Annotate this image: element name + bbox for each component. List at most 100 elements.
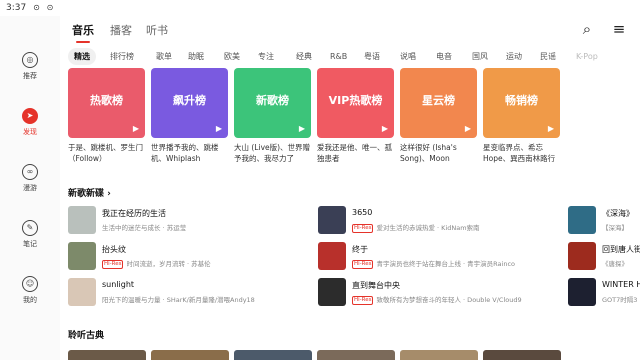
chip-electronic[interactable]: 电音 xyxy=(436,48,452,65)
sidebar-item-note[interactable]: ✎ 笔记 xyxy=(0,220,60,249)
song-title: 我正在经历的生活 xyxy=(102,209,166,218)
chart-cover[interactable]: 新歌榜 ▶ xyxy=(234,68,311,138)
sidebar-item-recommend[interactable]: ◎ 推荐 xyxy=(0,52,60,81)
chip-kpop[interactable]: K-Pop xyxy=(576,48,598,65)
chart-card-rising[interactable]: 飙升榜 ▶ 世界播予我的、跳楼机、Whiplash xyxy=(151,68,228,164)
sidebar-item-profile[interactable]: ☺ 我的 xyxy=(0,276,60,305)
sidebar-item-label: 漫游 xyxy=(23,184,37,192)
chart-cover-title: 热歌榜 xyxy=(90,94,123,107)
hires-badge: Hi-Res xyxy=(352,259,374,269)
song-cover xyxy=(318,206,346,234)
classic-cover[interactable] xyxy=(151,350,229,360)
song-cover xyxy=(68,278,96,306)
chart-cover[interactable]: 飙升榜 ▶ xyxy=(151,68,228,138)
search-icon[interactable]: ⌕ xyxy=(578,20,596,38)
chart-card-hot[interactable]: 热歌榜 ▶ 于是、跳楼机、罗生门（Follow） xyxy=(68,68,145,164)
play-icon[interactable]: ▶ xyxy=(131,124,141,134)
chip-featured[interactable]: 精选 xyxy=(68,48,96,65)
status-time: 3:37 xyxy=(6,3,27,13)
song-title: WINTER H xyxy=(602,280,640,289)
menu-icon[interactable]: ≡ xyxy=(610,20,628,38)
chart-card-star[interactable]: 星云榜 ▶ 这样很好 (Isha's Song)、Moon Rock… xyxy=(400,68,477,164)
chart-cover-title: 飙升榜 xyxy=(173,94,206,107)
chip-classic[interactable]: 经典 xyxy=(296,48,312,65)
chart-card-new[interactable]: 新歌榜 ▶ 大山 (Live版)、世界赠予我的、我尽力了 xyxy=(234,68,311,164)
tab-podcast[interactable]: 播客 xyxy=(110,22,132,38)
chart-cover-title: 星云榜 xyxy=(422,94,455,107)
classics-row xyxy=(68,350,640,360)
song-item[interactable]: sunlight 阳光下的温暖与力量 · SHarK/新月量隆/潜喂Andy18 xyxy=(68,278,308,309)
chart-card-bestseller[interactable]: 畅销榜 ▶ 星变临界点、希忘Hope、巽西南林路行 xyxy=(483,68,560,164)
sidebar-item-roam[interactable]: ∞ 漫游 xyxy=(0,164,60,193)
song-subtitle: 阳光下的温暖与力量 · SHarK/新月量隆/潜喂Andy18 xyxy=(102,296,255,304)
song-item[interactable]: 抬头纹 Hi-Res 时间流逝，岁月流转 · 苏基伦 xyxy=(68,242,308,273)
chip-sleep[interactable]: 助眠 xyxy=(188,48,204,65)
sidebar-item-label: 笔记 xyxy=(23,240,37,248)
sidebar-item-discover[interactable]: ➤ 发现 xyxy=(0,108,60,137)
chart-cover[interactable]: 热歌榜 ▶ xyxy=(68,68,145,138)
song-cover xyxy=(568,242,596,270)
roam-icon: ∞ xyxy=(22,164,38,180)
sidebar-item-label: 推荐 xyxy=(23,72,37,80)
song-subtitle: 爱对生活的赤诚热爱 · KidNam索南 xyxy=(376,224,480,232)
song-title: 3650 xyxy=(352,208,373,217)
chart-card-desc: 爱我还是他、唯一、孤独患者 xyxy=(317,143,392,163)
chart-card-desc: 大山 (Live版)、世界赠予我的、我尽力了 xyxy=(234,143,311,163)
play-icon[interactable]: ▶ xyxy=(380,124,390,134)
chip-rnb[interactable]: R&B xyxy=(330,48,347,65)
song-title: 《深海》 xyxy=(602,209,634,218)
chip-focus[interactable]: 专注 xyxy=(258,48,274,65)
song-item[interactable]: 3650 Hi-Res 爱对生活的赤诚热爱 · KidNam索南 xyxy=(318,206,558,237)
song-subtitle-row: Hi-Res 时间流逝，岁月流转 · 苏基伦 xyxy=(102,258,302,269)
sidebar-item-label: 发现 xyxy=(23,128,37,136)
chip-western[interactable]: 欧美 xyxy=(224,48,240,65)
song-subtitle: 青宇演员也终于站在舞台上线 · 青宇演员Rainco xyxy=(376,260,516,268)
chip-guofeng[interactable]: 国风 xyxy=(472,48,488,65)
song-subtitle: 《唐探》 xyxy=(602,260,628,268)
chip-playlists[interactable]: 歌单 xyxy=(156,48,172,65)
chart-cover[interactable]: 畅销榜 ▶ xyxy=(483,68,560,138)
song-title: sunlight xyxy=(102,280,135,289)
classics-heading[interactable]: 聆听古典 xyxy=(68,328,104,341)
play-icon[interactable]: ▶ xyxy=(546,124,556,134)
recommend-icon: ◎ xyxy=(22,52,38,68)
chart-cover[interactable]: VIP热歌榜 ▶ xyxy=(317,68,394,138)
note-icon: ✎ xyxy=(22,220,38,236)
song-item[interactable]: WINTER H GOT7时隔3 xyxy=(568,278,640,309)
classic-cover[interactable] xyxy=(400,350,478,360)
song-item[interactable]: 我正在经历的生活 生活中的迷茫与成长 · 苏运莹 xyxy=(68,206,308,237)
chip-cantonese[interactable]: 粤语 xyxy=(364,48,380,65)
new-songs-heading[interactable]: 新歌新碟 › xyxy=(68,186,111,199)
classic-cover[interactable] xyxy=(483,350,561,360)
chip-sports[interactable]: 运动 xyxy=(506,48,522,65)
song-item[interactable]: 《深海》 【深海】 xyxy=(568,206,640,237)
classic-cover[interactable] xyxy=(68,350,146,360)
song-title: 回到唐人街 xyxy=(602,245,640,254)
tab-audiobook[interactable]: 听书 xyxy=(146,22,168,38)
classic-cover[interactable] xyxy=(317,350,395,360)
tab-music[interactable]: 音乐 xyxy=(72,22,94,43)
chart-card-vip[interactable]: VIP热歌榜 ▶ 爱我还是他、唯一、孤独患者 xyxy=(317,68,394,164)
song-item[interactable]: 直到舞台中央 Hi-Res 致敬所有为梦想奋斗的年轻人 · Double V/Cl… xyxy=(318,278,558,309)
chart-card-desc: 于是、跳楼机、罗生门（Follow） xyxy=(68,143,143,163)
play-icon[interactable]: ▶ xyxy=(214,124,224,134)
hires-badge: Hi-Res xyxy=(102,259,124,269)
chip-rap[interactable]: 说唱 xyxy=(400,48,416,65)
classic-cover[interactable] xyxy=(234,350,312,360)
new-songs-column: 我正在经历的生活 生活中的迷茫与成长 · 苏运莹 抬头纹 Hi-Res 时间流逝，… xyxy=(68,206,308,310)
play-icon[interactable]: ▶ xyxy=(463,124,473,134)
play-icon[interactable]: ▶ xyxy=(297,124,307,134)
chip-charts[interactable]: 排行榜 xyxy=(110,48,134,65)
chart-cover[interactable]: 星云榜 ▶ xyxy=(400,68,477,138)
chart-cover-title: VIP热歌榜 xyxy=(328,94,383,107)
song-item[interactable]: 回到唐人街 《唐探》 xyxy=(568,242,640,273)
song-item[interactable]: 终于 Hi-Res 青宇演员也终于站在舞台上线 · 青宇演员Rainco xyxy=(318,242,558,273)
song-subtitle: 【深海】 xyxy=(602,224,628,232)
hires-badge: Hi-Res xyxy=(352,295,374,305)
app-notification-icon-2: ⊙ xyxy=(46,3,54,12)
song-cover xyxy=(568,278,596,306)
chip-folk[interactable]: 民谣 xyxy=(540,48,556,65)
song-subtitle: 生活中的迷茫与成长 · 苏运莹 xyxy=(102,224,187,232)
chart-cover-title: 畅销榜 xyxy=(505,94,538,107)
chart-card-desc: 星变临界点、希忘Hope、巽西南林路行 xyxy=(483,143,556,163)
